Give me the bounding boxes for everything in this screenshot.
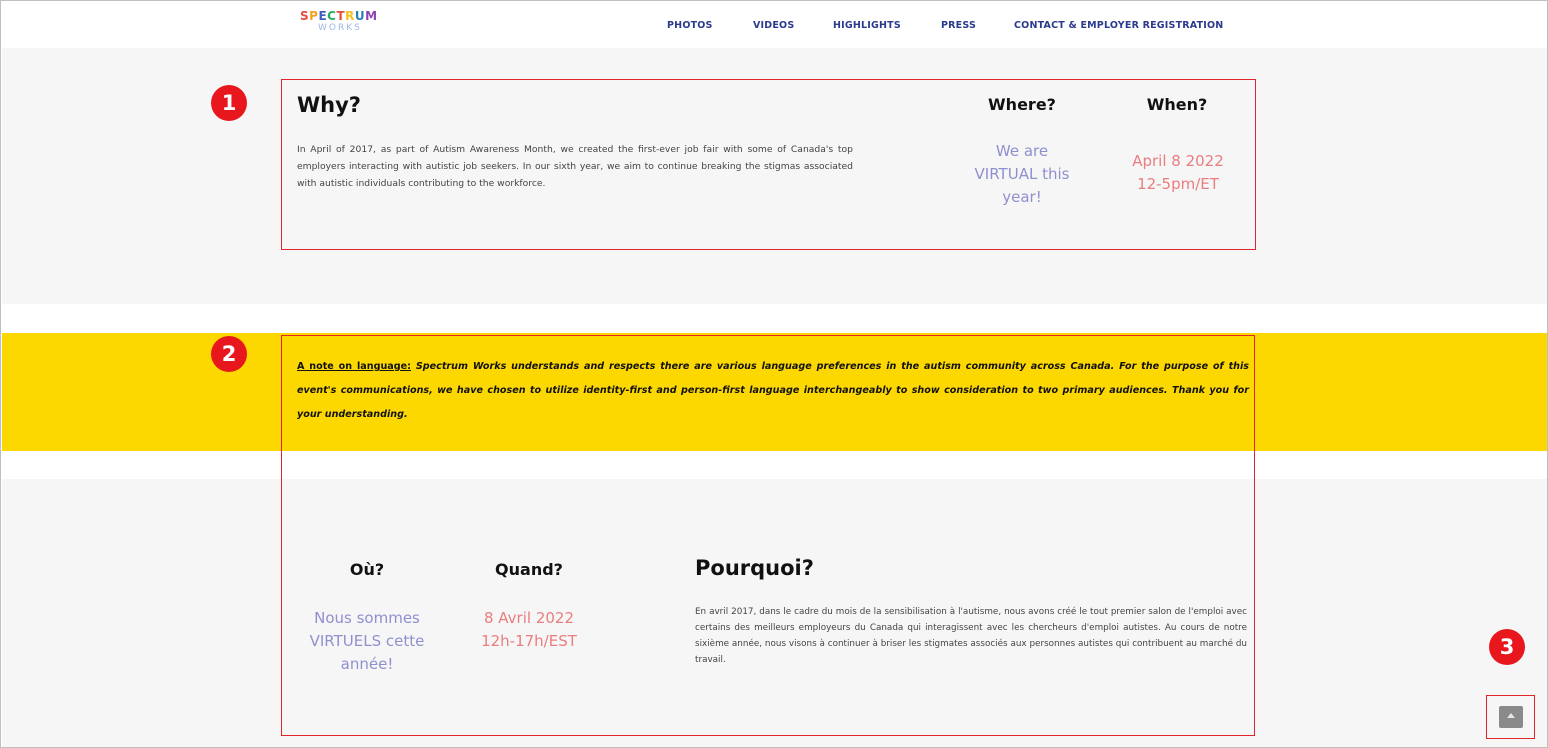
annotation-badge-1: 1 — [211, 85, 247, 121]
chevron-up-icon — [1507, 713, 1515, 718]
logo-letter: E — [318, 9, 328, 23]
logo-letter: P — [309, 9, 319, 23]
nav-photos[interactable]: PHOTOS — [667, 20, 713, 31]
logo-letter: C — [327, 9, 337, 23]
site-header: SPECTRUM WORKS PHOTOS VIDEOS HIGHLIGHTS … — [2, 2, 1547, 48]
annotation-badge-2: 2 — [211, 336, 247, 372]
annotation-box-2 — [281, 335, 1255, 736]
annotation-box-1 — [281, 79, 1256, 250]
annotation-badge-3: 3 — [1489, 629, 1525, 665]
logo-subtitle: WORKS — [318, 23, 362, 33]
logo-letter: T — [336, 9, 346, 23]
nav-contact-registration[interactable]: CONTACT & EMPLOYER REGISTRATION — [1014, 20, 1223, 31]
logo-letter: M — [365, 9, 378, 23]
logo-letter: U — [354, 9, 366, 23]
logo-letter: R — [345, 9, 355, 23]
section-spacer — [2, 304, 1547, 333]
logo-letter: S — [300, 9, 310, 23]
spectrum-works-logo[interactable]: SPECTRUM WORKS — [300, 9, 377, 40]
nav-highlights[interactable]: HIGHLIGHTS — [833, 20, 901, 31]
page-frame: SPECTRUM WORKS PHOTOS VIDEOS HIGHLIGHTS … — [0, 0, 1548, 748]
scroll-to-top-button[interactable] — [1499, 706, 1523, 728]
nav-press[interactable]: PRESS — [941, 20, 976, 31]
nav-videos[interactable]: VIDEOS — [753, 20, 794, 31]
logo-wordmark: SPECTRUM — [300, 9, 377, 23]
